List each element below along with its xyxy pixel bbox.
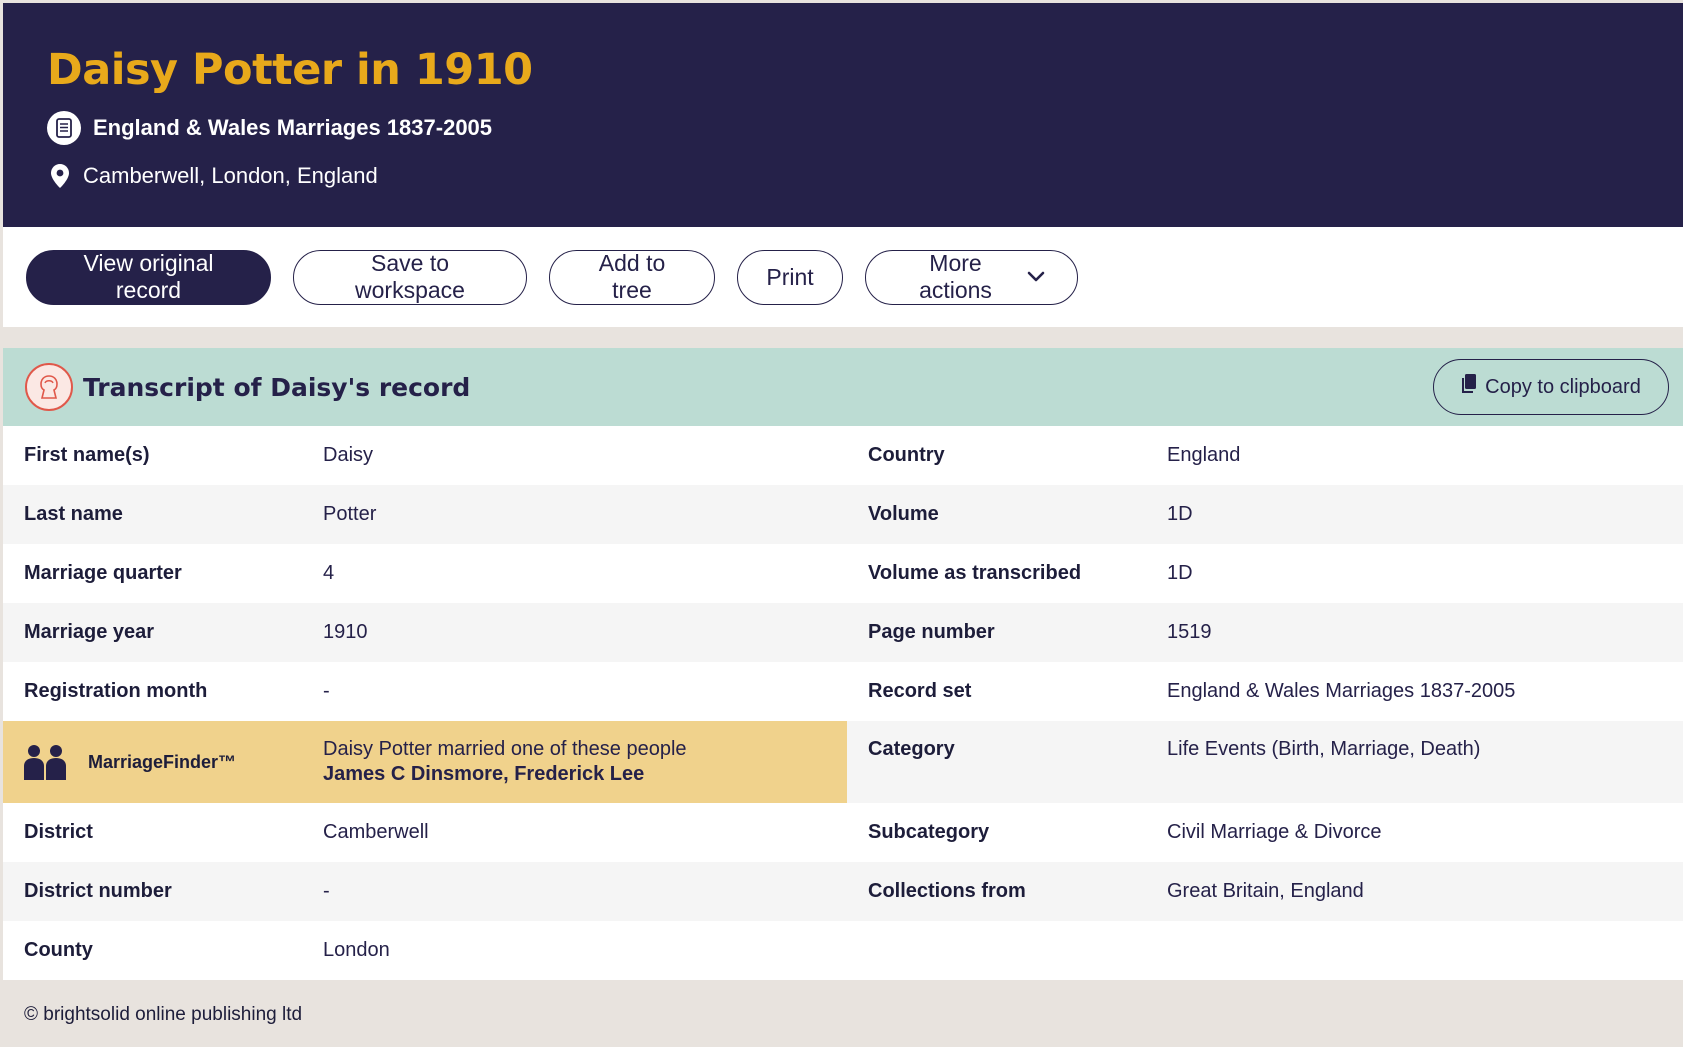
field-label: Volume: [847, 485, 1167, 544]
marriage-finder-text: Daisy Potter married one of these people: [323, 738, 687, 760]
field-value: London: [323, 921, 847, 980]
transcript-header: Transcript of Daisy's record Copy to cli…: [3, 348, 1683, 426]
table-row: Last name Potter Volume 1D: [3, 485, 1683, 544]
clipboard-icon: [1461, 374, 1477, 400]
page: Daisy Potter in 1910 England & Wales Mar…: [0, 0, 1683, 1047]
marriage-finder-row: MarriageFinder™ Daisy Potter married one…: [3, 721, 1683, 803]
collection-row: England & Wales Marriages 1837-2005: [47, 111, 1639, 145]
location-pin-icon: [47, 164, 73, 188]
field-value: England & Wales Marriages 1837-2005: [1167, 662, 1683, 721]
field-value: Camberwell: [323, 803, 847, 862]
transcript-table: First name(s) Daisy Country England Last…: [3, 426, 1683, 980]
field-value: Civil Marriage & Divorce: [1167, 803, 1683, 862]
location-text: Camberwell, London, England: [83, 163, 378, 188]
empty-cell: [1167, 921, 1683, 980]
chevron-down-icon: [1027, 271, 1045, 283]
more-actions-label: More actions: [919, 250, 992, 303]
field-value: -: [323, 862, 847, 921]
record-header: Daisy Potter in 1910 England & Wales Mar…: [3, 3, 1683, 227]
table-row: District Camberwell Subcategory Civil Ma…: [3, 803, 1683, 862]
field-label: Collections from: [847, 862, 1167, 921]
add-to-tree-button[interactable]: Add to tree: [549, 249, 715, 305]
more-actions-button[interactable]: More actions: [865, 249, 1078, 305]
field-label: Country: [847, 426, 1167, 485]
table-row: District number - Collections from Great…: [3, 862, 1683, 921]
field-label: Category: [847, 721, 1167, 803]
marriage-finder-names[interactable]: James C Dinsmore, Frederick Lee: [323, 762, 847, 787]
field-label: Subcategory: [847, 803, 1167, 862]
location-row: Camberwell, London, England: [47, 163, 1639, 189]
print-button[interactable]: Print: [737, 249, 843, 305]
field-value: Potter: [323, 485, 847, 544]
action-bar: View original record Save to workspace A…: [3, 227, 1683, 327]
marriage-finder-value-cell: Daisy Potter married one of these people…: [323, 721, 847, 803]
table-row: Registration month - Record set England …: [3, 662, 1683, 721]
field-value: Daisy: [323, 426, 847, 485]
field-value: Great Britain, England: [1167, 862, 1683, 921]
field-label: Last name: [3, 485, 323, 544]
field-value: 1519: [1167, 603, 1683, 662]
field-value: 1D: [1167, 485, 1683, 544]
field-value: 1D: [1167, 544, 1683, 603]
marriage-finder-label: MarriageFinder™: [88, 751, 237, 772]
people-icon: [24, 744, 66, 780]
empty-cell: [847, 921, 1167, 980]
copyright-footer: © brightsolid online publishing ltd: [24, 1004, 303, 1025]
field-label: Record set: [847, 662, 1167, 721]
field-label: District: [3, 803, 323, 862]
table-row: Marriage year 1910 Page number 1519: [3, 603, 1683, 662]
view-original-record-button[interactable]: View original record: [26, 249, 271, 305]
copy-to-clipboard-button[interactable]: Copy to clipboard: [1433, 359, 1669, 415]
collection-name[interactable]: England & Wales Marriages 1837-2005: [93, 115, 492, 141]
field-label: Volume as transcribed: [847, 544, 1167, 603]
field-label: First name(s): [3, 426, 323, 485]
field-label: District number: [3, 862, 323, 921]
table-row: Marriage quarter 4 Volume as transcribed…: [3, 544, 1683, 603]
document-icon: [47, 111, 81, 145]
field-label: County: [3, 921, 323, 980]
field-label: Marriage year: [3, 603, 323, 662]
save-to-workspace-button[interactable]: Save to workspace: [293, 249, 527, 305]
field-label: Page number: [847, 603, 1167, 662]
female-avatar-icon: [25, 363, 73, 411]
field-label: Registration month: [3, 662, 323, 721]
field-value: -: [323, 662, 847, 721]
transcript-title: Transcript of Daisy's record: [83, 372, 471, 402]
field-value: England: [1167, 426, 1683, 485]
field-value: 1910: [323, 603, 847, 662]
page-title: Daisy Potter in 1910: [47, 45, 533, 95]
table-row: County London: [3, 921, 1683, 980]
table-row: First name(s) Daisy Country England: [3, 426, 1683, 485]
copy-to-clipboard-label: Copy to clipboard: [1485, 375, 1641, 398]
field-value: Life Events (Birth, Marriage, Death): [1167, 721, 1683, 803]
field-value: 4: [323, 544, 847, 603]
field-label: Marriage quarter: [3, 544, 323, 603]
marriage-finder-label-cell: MarriageFinder™: [3, 721, 323, 803]
